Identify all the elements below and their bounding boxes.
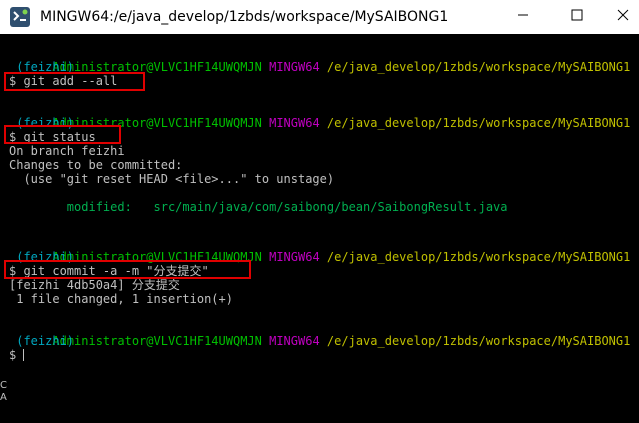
prompt-user: Administrator@VLVC1HF14UWQMJN	[52, 334, 262, 348]
prompt-line: Administrator@VLVC1HF14UWQMJN MINGW64 /e…	[9, 102, 630, 130]
title-bar[interactable]: MINGW64:/e/java_develop/1zbds/workspace/…	[0, 0, 639, 34]
commit-output-line: [feizhi 4db50a4] 分支提交	[9, 278, 180, 292]
prompt-line: Administrator@VLVC1HF14UWQMJN MINGW64 /e…	[9, 46, 630, 74]
modified-file-line: modified: src/main/java/com/saibong/bean…	[9, 200, 508, 214]
prompt-shell: MINGW64	[269, 60, 320, 74]
maximize-icon	[571, 8, 583, 26]
status-output-line: (use "git reset HEAD <file>..." to unsta…	[9, 172, 335, 186]
prompt-symbol: $	[9, 348, 24, 362]
highlight-box	[4, 260, 251, 279]
minimize-icon	[517, 8, 529, 26]
prompt-path: /e/java_develop/1zbds/workspace/MySAIBON…	[326, 116, 631, 130]
prompt-path: /e/java_develop/1zbds/workspace/MySAIBON…	[326, 60, 631, 74]
prompt-path: /e/java_develop/1zbds/workspace/MySAIBON…	[326, 250, 631, 264]
highlight-box	[4, 125, 121, 144]
modified-file: src/main/java/com/saibong/bean/SaibongRe…	[131, 200, 508, 214]
left-edge-glyph: A	[0, 392, 7, 403]
prompt-path: /e/java_develop/1zbds/workspace/MySAIBON…	[326, 334, 631, 348]
terminal-window: MINGW64:/e/java_develop/1zbds/workspace/…	[0, 0, 639, 423]
close-icon	[617, 8, 629, 26]
prompt-line: Administrator@VLVC1HF14UWQMJN MINGW64 /e…	[9, 236, 630, 264]
window-title: MINGW64:/e/java_develop/1zbds/workspace/…	[40, 9, 449, 25]
close-button[interactable]	[600, 0, 639, 34]
prompt-shell: MINGW64	[269, 334, 320, 348]
prompt-branch: (feizhi)	[9, 334, 75, 348]
maximize-button[interactable]	[554, 0, 600, 34]
status-output-line: On branch feizhi	[9, 144, 125, 158]
prompt-shell: MINGW64	[269, 250, 320, 264]
text-cursor	[23, 349, 25, 361]
prompt-line: Administrator@VLVC1HF14UWQMJN MINGW64 /e…	[9, 320, 630, 348]
minimize-button[interactable]	[500, 0, 546, 34]
terminal-output[interactable]: Administrator@VLVC1HF14UWQMJN MINGW64 /e…	[0, 34, 639, 423]
highlight-box	[4, 72, 145, 91]
commit-output-line: 1 file changed, 1 insertion(+)	[9, 292, 233, 306]
left-edge-glyph: C	[0, 380, 7, 391]
active-prompt[interactable]: $	[9, 348, 25, 362]
mingw64-icon	[10, 7, 30, 27]
modified-label: modified:	[9, 200, 132, 214]
prompt-shell: MINGW64	[269, 116, 320, 130]
status-output-line: Changes to be committed:	[9, 158, 183, 172]
